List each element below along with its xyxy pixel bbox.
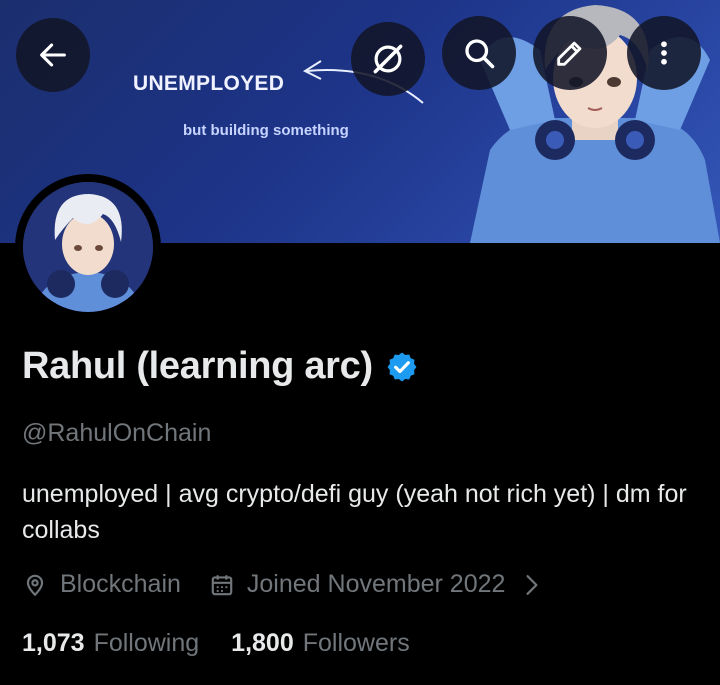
- grok-icon: [373, 44, 403, 74]
- name-row: Rahul (learning arc): [22, 345, 419, 388]
- follow-stats: 1,073 Following 1,800 Followers: [22, 629, 410, 658]
- profile-meta: Blockchain Joined November 2022: [22, 570, 553, 599]
- profile-avatar[interactable]: [15, 174, 161, 320]
- display-name: Rahul (learning arc): [22, 345, 373, 387]
- search-icon: [465, 39, 495, 69]
- edit-icon: [557, 41, 582, 66]
- verified-badge-icon[interactable]: [385, 350, 419, 384]
- followers-label: Followers: [302, 629, 410, 657]
- location-item: Blockchain: [22, 570, 181, 599]
- calendar-icon: [211, 574, 233, 595]
- grok-button[interactable]: [351, 22, 425, 96]
- back-button[interactable]: [16, 18, 90, 92]
- edit-profile-button[interactable]: [533, 16, 607, 90]
- search-button[interactable]: [442, 16, 516, 90]
- location-text: Blockchain: [60, 570, 181, 598]
- followers-count: 1,800: [231, 629, 294, 657]
- location-pin-icon: [26, 574, 44, 596]
- following-link[interactable]: 1,073 Following: [22, 629, 199, 658]
- avatar-image: [23, 182, 153, 312]
- joined-item[interactable]: Joined November 2022: [209, 570, 554, 599]
- profile-bio: unemployed | avg crypto/defi guy (yeah n…: [22, 480, 687, 544]
- followers-link[interactable]: 1,800 Followers: [231, 629, 410, 658]
- more-vertical-icon: [661, 41, 667, 65]
- chevron-right-icon: [523, 574, 553, 596]
- banner-headline: UNEMPLOYED: [133, 72, 285, 95]
- following-count: 1,073: [22, 629, 85, 657]
- arrow-left-icon: [40, 43, 66, 67]
- joined-text: Joined November 2022: [246, 570, 506, 598]
- following-label: Following: [93, 629, 200, 657]
- banner-subline: but building something: [183, 122, 349, 139]
- user-handle: @RahulOnChain: [22, 419, 212, 447]
- more-options-button[interactable]: [627, 16, 701, 90]
